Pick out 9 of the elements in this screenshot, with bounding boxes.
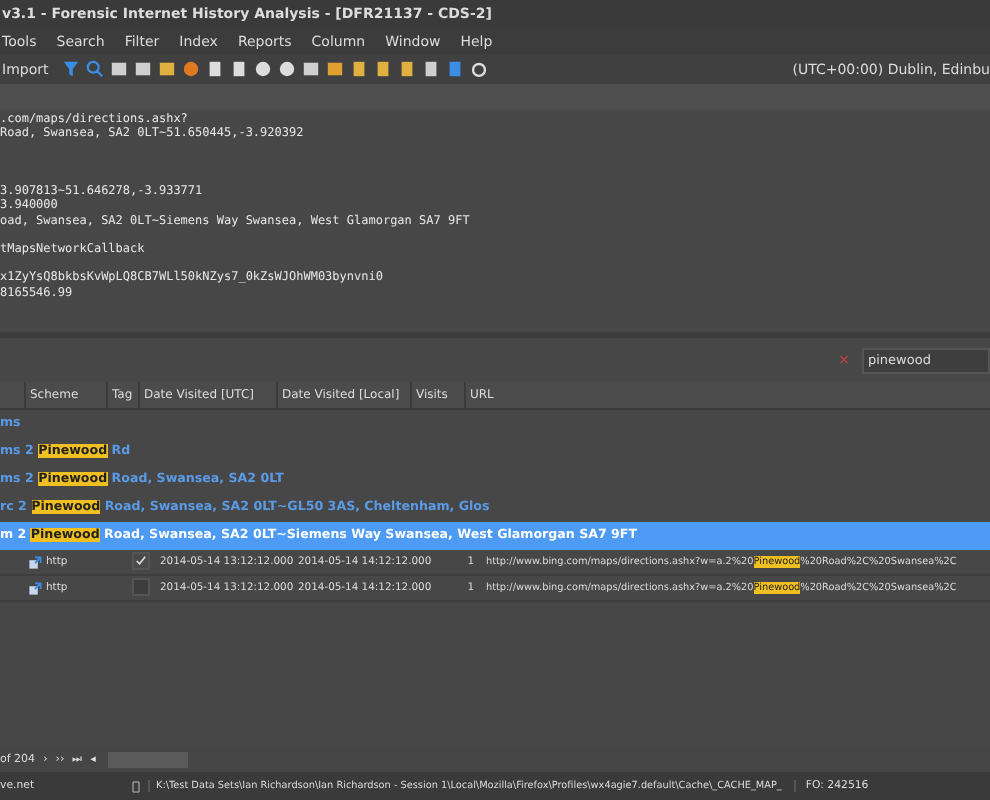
tag-checkbox[interactable] bbox=[132, 551, 150, 569]
link-icon bbox=[28, 581, 42, 595]
search-icon[interactable] bbox=[86, 60, 105, 78]
window-icon[interactable] bbox=[302, 60, 321, 78]
tag-checkbox[interactable] bbox=[132, 577, 150, 595]
link-icon bbox=[28, 555, 42, 569]
funnel-icon[interactable] bbox=[62, 60, 81, 78]
power-icon[interactable] bbox=[470, 60, 489, 78]
ball-icon[interactable] bbox=[182, 60, 201, 78]
